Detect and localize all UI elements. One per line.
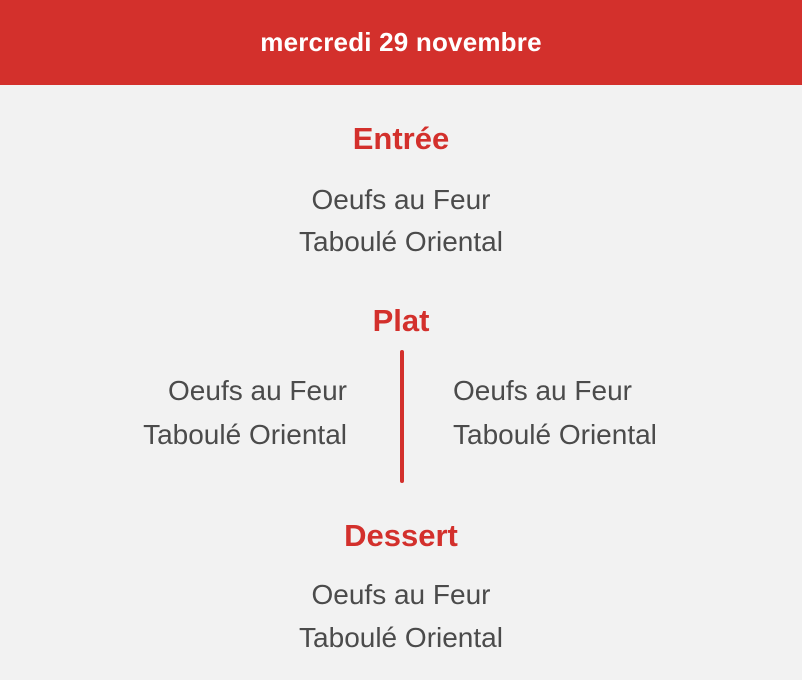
plat-right-item-2: Taboulé Oriental [453, 419, 657, 450]
section-title-entree: Entrée [352, 121, 450, 156]
plat-divider [400, 350, 404, 483]
plat-left-item-2: Taboulé Oriental [143, 419, 347, 450]
section-title-dessert: Dessert [344, 518, 458, 553]
dessert-item-2: Taboulé Oriental [299, 622, 503, 653]
section-title-plat: Plat [372, 303, 430, 338]
entree-item-2: Taboulé Oriental [299, 226, 503, 257]
entree-item-1: Oeufs au Feur [311, 184, 491, 215]
header-date: mercredi 29 novembre [260, 27, 542, 57]
date-header: mercredi 29 novembre [0, 0, 802, 85]
plat-right-item-1: Oeufs au Feur [453, 375, 632, 406]
plat-left-item-1: Oeufs au Feur [168, 375, 347, 406]
dessert-item-1: Oeufs au Feur [311, 579, 491, 610]
